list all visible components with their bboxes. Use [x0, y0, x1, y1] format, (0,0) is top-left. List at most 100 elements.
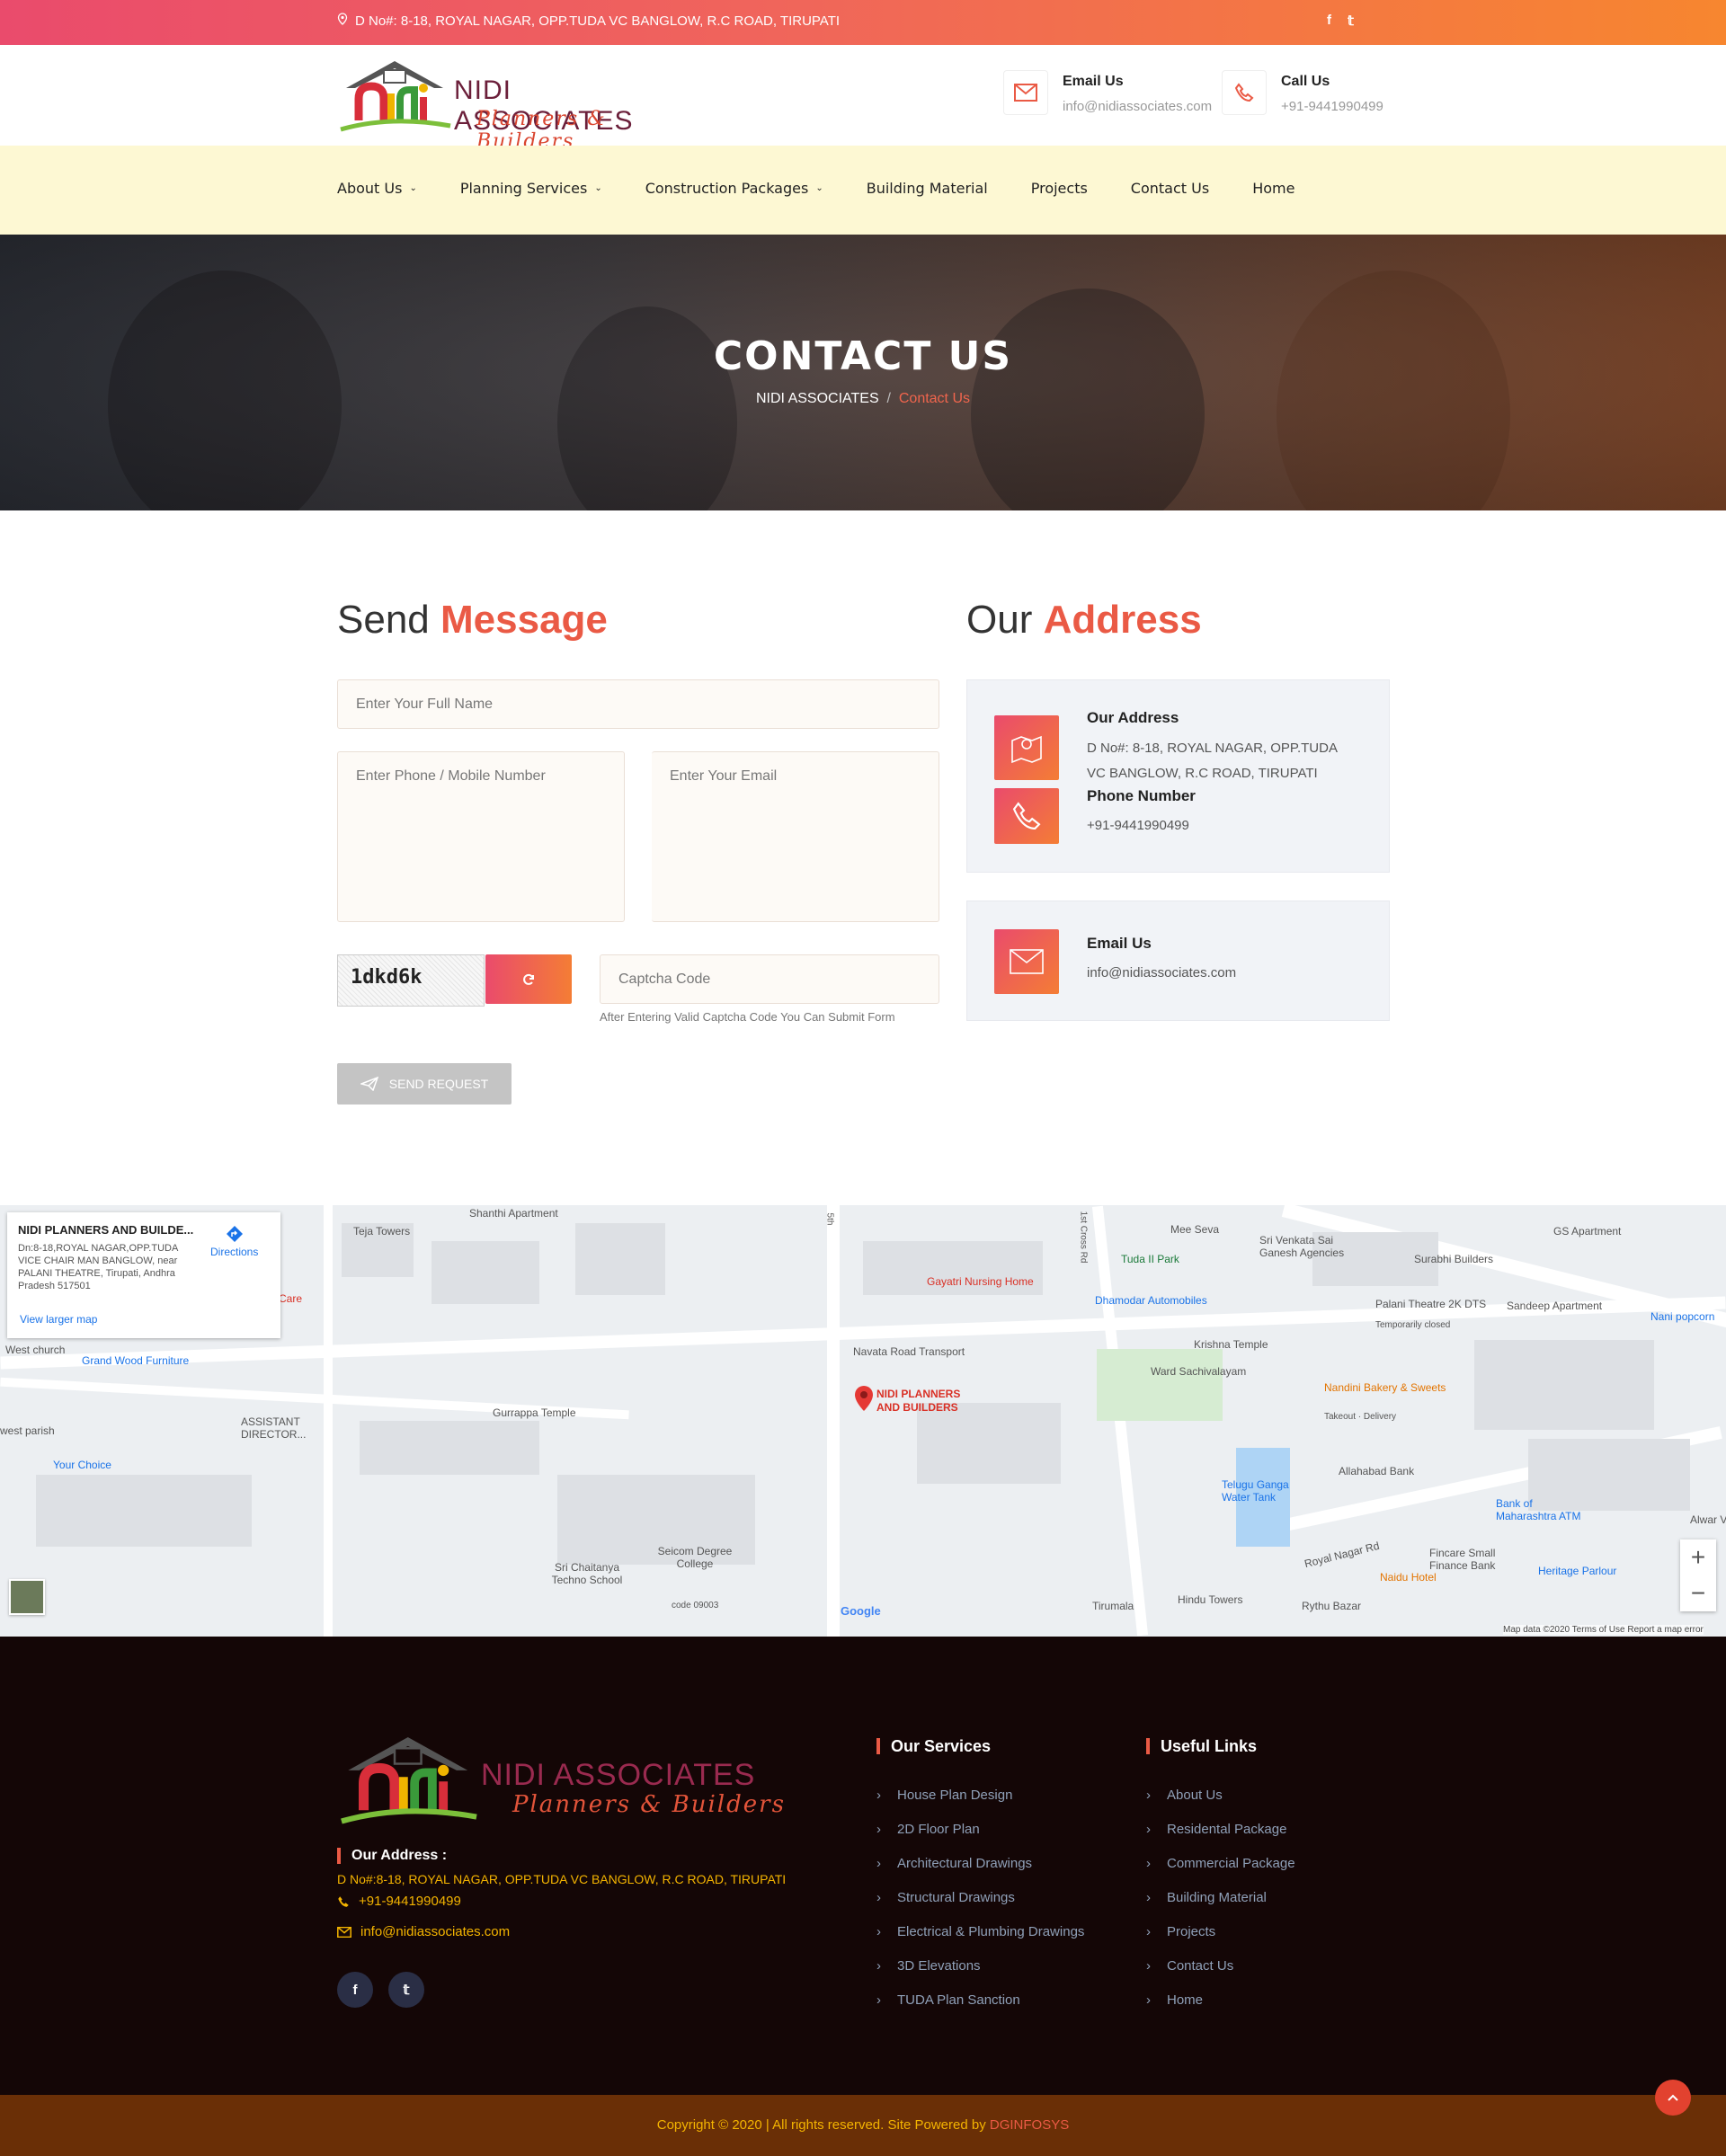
address-title: Our Address — [1087, 709, 1179, 726]
chevron-up-icon — [1668, 2094, 1678, 2101]
main-nav: About Us ⌄ Planning Services ⌄ Constructio… — [0, 146, 1726, 235]
google-logo: Google — [841, 1604, 881, 1618]
map-pin-label: AND BUILDERS — [876, 1401, 958, 1414]
twitter-icon[interactable]: 𝕥 — [1348, 13, 1354, 29]
powered-by-link[interactable]: DGINFOSYS — [990, 2117, 1069, 2133]
satellite-toggle[interactable] — [9, 1579, 45, 1615]
map-label: Naidu Hotel — [1380, 1571, 1437, 1584]
address-card: Our Address D No#: 8-18, ROYAL NAGAR, OP… — [966, 679, 1390, 873]
footer-service-link[interactable]: 2D Floor Plan — [876, 1813, 1084, 1847]
map-label: Gurrappa Temple — [493, 1406, 576, 1419]
map-label: Takeout · Delivery — [1324, 1412, 1397, 1422]
footer-logo-brand: NIDI ASSOCIATES — [481, 1758, 756, 1792]
footer-services-list: House Plan Design 2D Floor Plan Architec… — [876, 1779, 1084, 2018]
top-bar: D No#: 8-18, ROYAL NAGAR, OPP.TUDA VC BA… — [0, 0, 1726, 45]
map-label: ASSISTANT DIRECTOR... — [241, 1415, 307, 1441]
directions-button[interactable]: Directions — [210, 1225, 258, 1258]
map-label: Seicom Degree College — [657, 1545, 733, 1570]
nav-label: About Us — [337, 180, 403, 197]
footer-service-link[interactable]: House Plan Design — [876, 1779, 1084, 1813]
paper-plane-icon — [360, 1077, 378, 1091]
map-label: GS Apartment — [1553, 1225, 1622, 1238]
map-label: Your Choice — [53, 1459, 111, 1471]
map-label: Sri Chaitanya Techno School — [551, 1561, 623, 1586]
map-label: 1st Cross Rd — [1078, 1211, 1089, 1264]
footer-useful-link[interactable]: Residental Package — [1146, 1813, 1295, 1847]
map-icon — [994, 715, 1059, 780]
zoom-out-button[interactable]: − — [1680, 1575, 1716, 1611]
nav-item-construction-packages[interactable]: Construction Packages ⌄ — [645, 180, 823, 197]
envelope-icon — [337, 1926, 351, 1938]
email-value[interactable]: info@nidiassociates.com — [1087, 961, 1236, 986]
footer-service-link[interactable]: TUDA Plan Sanction — [876, 1983, 1084, 2018]
map-label: Rythu Bazar — [1302, 1600, 1362, 1612]
call-value: +91-9441990499 — [1281, 99, 1383, 114]
twitter-icon[interactable]: 𝕥 — [388, 1972, 424, 2008]
footer-email[interactable]: info@nidiassociates.com — [337, 1924, 510, 1939]
footer-service-link[interactable]: Architectural Drawings — [876, 1847, 1084, 1881]
phone-icon — [1222, 70, 1267, 115]
nav-item-building-material[interactable]: Building Material — [867, 180, 988, 197]
footer-service-link[interactable]: Electrical & Plumbing Drawings — [876, 1915, 1084, 1949]
envelope-icon — [994, 929, 1059, 994]
phone-value[interactable]: +91-9441990499 — [1087, 813, 1189, 838]
header-email[interactable]: Email Us info@nidiassociates.com — [1003, 70, 1212, 115]
footer-address-title: Our Address : — [337, 1848, 447, 1864]
footer-service-link[interactable]: Structural Drawings — [876, 1881, 1084, 1915]
footer-services-title: Our Services — [876, 1738, 991, 1754]
map-label: Fincare Small Finance Bank — [1429, 1547, 1496, 1572]
logo-house-icon — [341, 1737, 477, 1824]
map-label: west parish — [0, 1424, 55, 1437]
map-label: Sandeep Apartment — [1507, 1300, 1603, 1312]
phone-input[interactable]: Enter Phone / Mobile Number — [337, 751, 625, 922]
map-label: Tirumala — [1092, 1600, 1134, 1612]
header-call[interactable]: Call Us +91-9441990499 — [1222, 70, 1383, 115]
breadcrumb-separator: / — [886, 391, 891, 406]
captcha-input[interactable]: Captcha Code — [600, 954, 939, 1004]
map-label: Grand Wood Furniture — [82, 1354, 190, 1367]
map-marker-icon[interactable] — [854, 1385, 874, 1412]
view-larger-map-link[interactable]: View larger map — [20, 1313, 97, 1326]
footer-service-link[interactable]: 3D Elevations — [876, 1949, 1084, 1983]
footer-logo-tagline: Planners & Builders — [512, 1791, 786, 1818]
footer-useful-link[interactable]: Commercial Package — [1146, 1847, 1295, 1881]
nav-item-home[interactable]: Home — [1252, 180, 1294, 197]
footer-useful-link[interactable]: About Us — [1146, 1779, 1295, 1813]
heading-plain: Send — [337, 598, 430, 642]
map-label: Hindu Towers — [1178, 1593, 1243, 1606]
zoom-in-button[interactable]: + — [1680, 1539, 1716, 1575]
map-label: West church — [5, 1344, 66, 1356]
nav-item-contact-us[interactable]: Contact Us — [1131, 180, 1209, 197]
refresh-captcha-button[interactable] — [485, 954, 572, 1004]
email-input[interactable]: Enter Your Email — [652, 751, 939, 922]
nav-item-about-us[interactable]: About Us ⌄ — [337, 180, 417, 197]
phone-title: Phone Number — [1087, 787, 1196, 804]
footer-useful-link[interactable]: Contact Us — [1146, 1949, 1295, 1983]
map-label: Tuda II Park — [1121, 1253, 1179, 1265]
map-label: Telugu Ganga Water Tank — [1222, 1478, 1289, 1504]
footer-useful-link[interactable]: Home — [1146, 1983, 1295, 2018]
our-address-heading: Our Address — [966, 598, 1202, 643]
chevron-down-icon: ⌄ — [409, 183, 417, 193]
facebook-icon[interactable]: f — [337, 1972, 373, 2008]
scroll-to-top-button[interactable] — [1655, 2080, 1691, 2116]
footer-phone[interactable]: +91-9441990499 — [337, 1894, 461, 1909]
breadcrumb-home[interactable]: NIDI ASSOCIATES — [756, 391, 879, 406]
map-label: Navata Road Transport — [853, 1345, 965, 1358]
google-map[interactable]: Shanthi Apartment Teja Towers Gayatri Nu… — [0, 1205, 1726, 1637]
facebook-icon[interactable]: f — [1327, 13, 1331, 29]
map-label: Gayatri Nursing Home — [927, 1275, 1034, 1288]
map-attribution[interactable]: Map data ©2020 Terms of Use Report a map… — [1503, 1625, 1704, 1635]
nav-item-planning-services[interactable]: Planning Services ⌄ — [460, 180, 602, 197]
name-input[interactable]: Enter Your Full Name — [337, 679, 939, 729]
map-label: Surabhi Builders — [1414, 1253, 1494, 1265]
map-label: Palani Theatre 2K DTS — [1375, 1298, 1487, 1310]
copyright-text: Copyright © 2020 | All rights reserved. … — [656, 2117, 986, 2133]
footer-useful-link[interactable]: Building Material — [1146, 1881, 1295, 1915]
site-logo[interactable]: NIDI ASSOCIATES Planners & Builders — [337, 58, 697, 153]
footer-useful-link[interactable]: Projects — [1146, 1915, 1295, 1949]
top-address-text: D No#: 8-18, ROYAL NAGAR, OPP.TUDA VC BA… — [355, 13, 841, 29]
page-title: CONTACT US — [713, 333, 1013, 379]
send-request-button[interactable]: SEND REQUEST — [337, 1063, 512, 1105]
nav-item-projects[interactable]: Projects — [1031, 180, 1088, 197]
